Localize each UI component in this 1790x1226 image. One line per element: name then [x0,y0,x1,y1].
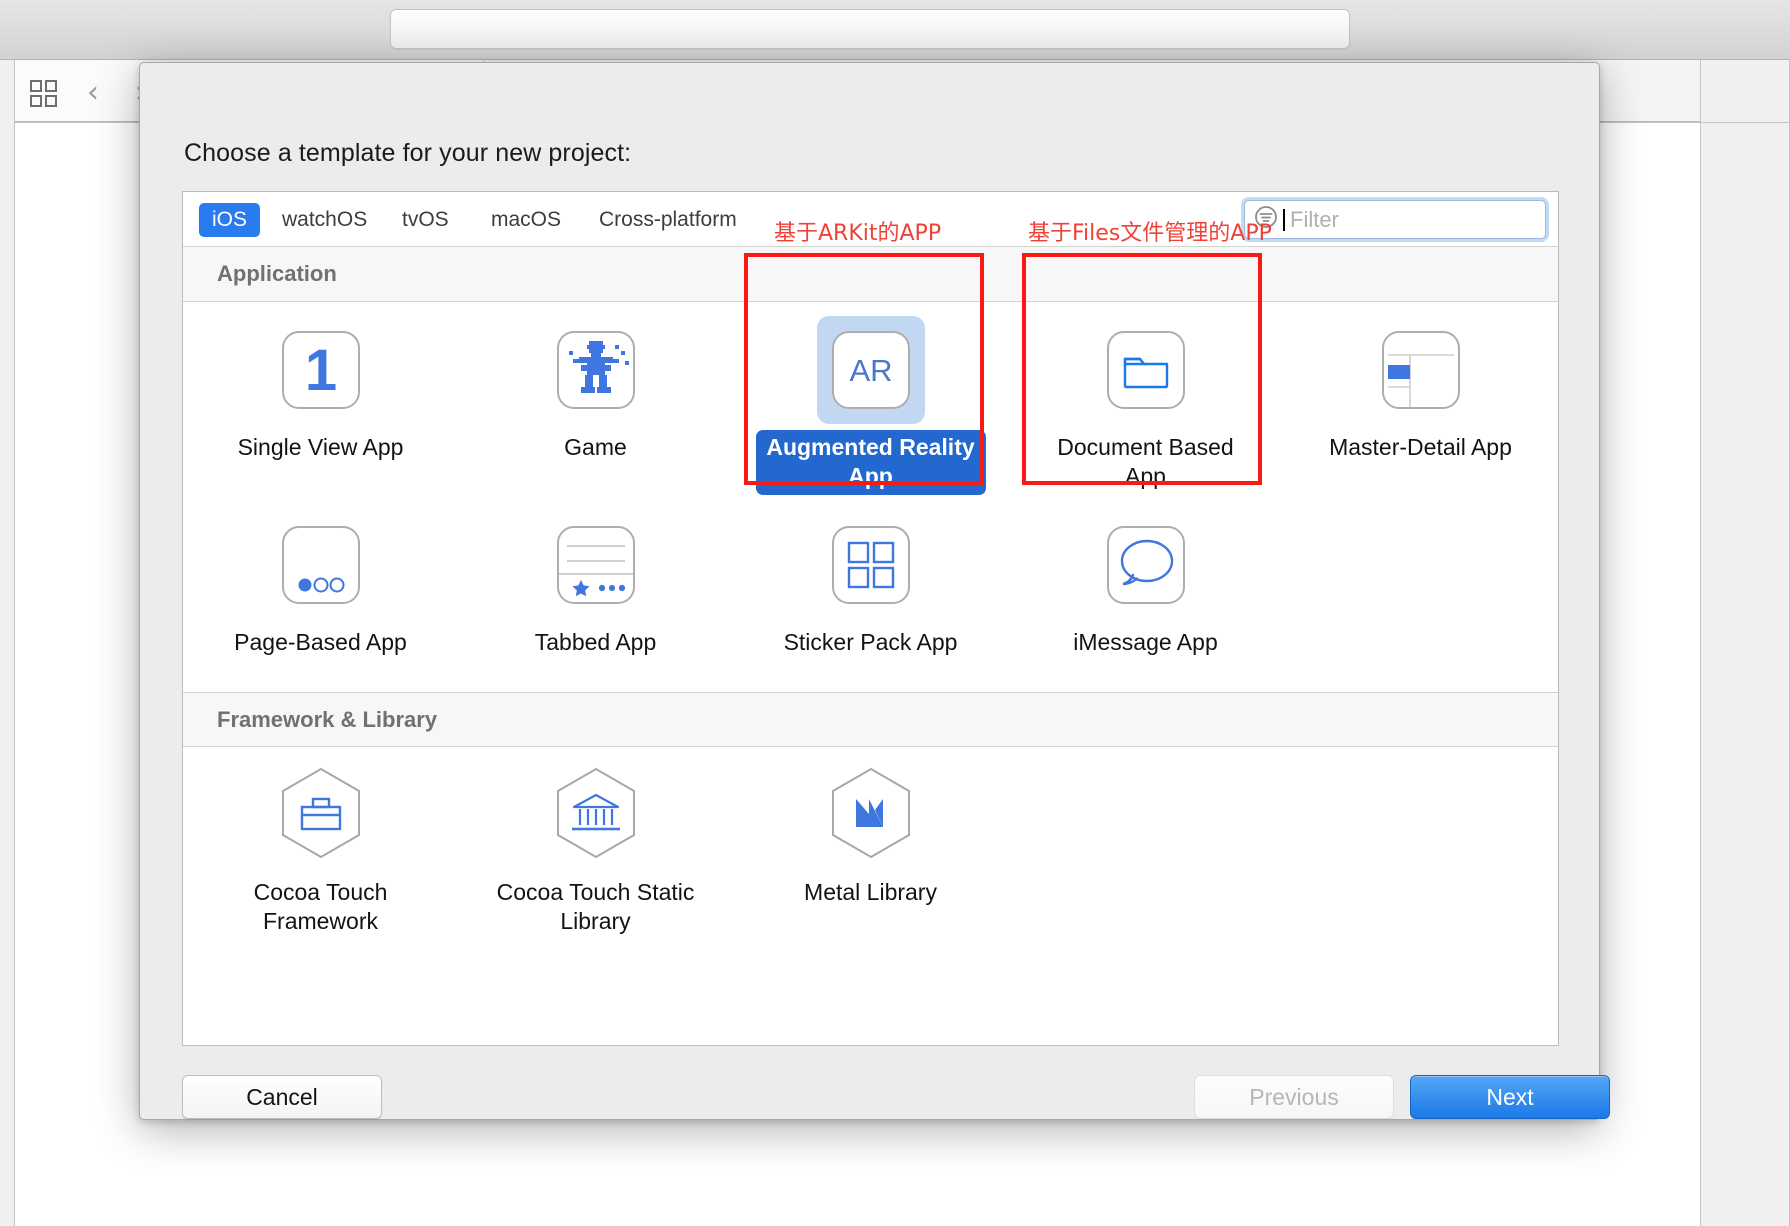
left-edge-strip [0,60,14,1226]
template-label: Tabbed App [534,629,657,655]
template-icon [550,324,642,416]
application-template-grid: 1 Single View App Game AR Augmented Real… [183,302,1558,692]
game-sprite-icon [556,331,635,409]
tab-macos[interactable]: macOS [478,203,574,237]
section-header-application: Application [183,247,1558,302]
template-icon [550,767,642,861]
utilities-panel [1701,60,1789,1226]
template-icon [1100,324,1192,416]
tab-watchos[interactable]: watchOS [269,203,380,237]
dialog-title: Choose a template for your new project: [184,139,632,167]
speech-bubble-icon [1106,526,1185,604]
template-icon [275,767,367,861]
template-icon [825,519,917,611]
template-label: Document Based App [1057,434,1234,490]
template-icon [550,519,642,611]
template-icon: AR [816,316,925,424]
template-tabbed-app[interactable]: Tabbed App [458,497,733,692]
template-sticker-pack-app[interactable]: Sticker Pack App [733,497,1008,692]
template-metal-library[interactable]: Metal Library [733,747,1008,942]
template-label: Cocoa Touch Framework [253,879,388,935]
folder-icon [1106,331,1185,409]
framework-template-grid: Cocoa Touch Framework Cocoa Touch Static… [183,747,1558,942]
filter-placeholder: Filter [1290,206,1339,232]
split-view-icon [1381,331,1460,409]
template-icon: 1 [275,324,367,416]
metal-hex-icon [825,763,917,868]
template-game[interactable]: Game [458,302,733,497]
template-browser: iOS watchOS tvOS macOS Cross-platform Fi… [182,191,1559,1046]
page-dots-icon [281,526,360,604]
template-label: Augmented Reality App [755,430,986,495]
template-cocoa-touch-static-library[interactable]: Cocoa Touch Static Library [458,747,733,942]
activity-status-bar [390,9,1350,49]
template-label: Single View App [237,434,404,460]
template-label: Master-Detail App [1329,434,1512,460]
bank-hex-icon [550,763,642,868]
template-single-view-app[interactable]: 1 Single View App [183,302,458,497]
tab-ios[interactable]: iOS [199,203,261,237]
template-label: Sticker Pack App [783,629,958,655]
template-document-based-app[interactable]: Document Based App [1008,302,1283,497]
tab-cross-platform[interactable]: Cross-platform [586,203,750,237]
grid-panels-icon[interactable] [30,80,58,108]
cancel-button[interactable]: Cancel [182,1075,382,1119]
template-icon [1100,519,1192,611]
template-label: Game [564,434,627,460]
svg-text:AR: AR [849,353,892,388]
text-caret [1283,208,1285,231]
tab-tvos[interactable]: tvOS [389,203,462,237]
template-icon [825,767,917,861]
tab-bar-icon [556,526,635,604]
template-page-based-app[interactable]: Page-Based App [183,497,458,692]
panel-divider [1701,122,1789,123]
template-imessage-app[interactable]: iMessage App [1008,497,1283,692]
template-label: Metal Library [804,879,937,905]
filter-input[interactable]: Filter [1244,200,1546,239]
panel-divider [14,60,15,1226]
grid-four-icon [831,526,910,604]
template-cocoa-touch-framework[interactable]: Cocoa Touch Framework [183,747,458,942]
annotation-text-ar: 基于ARKit的APP [774,221,942,246]
svg-text:1: 1 [304,338,336,403]
template-master-detail-app[interactable]: Master-Detail App [1283,302,1558,497]
next-button[interactable]: Next [1410,1075,1610,1119]
template-icon [275,519,367,611]
template-label: Cocoa Touch Static Library [496,879,695,935]
number-one-icon: 1 [281,331,360,409]
chevron-left-icon[interactable]: ‹ [80,78,106,108]
section-header-framework-library: Framework & Library [183,692,1558,747]
template-augmented-reality-app[interactable]: AR Augmented Reality App [733,302,1008,497]
template-label: Page-Based App [234,629,407,655]
template-label: iMessage App [1073,629,1218,655]
template-icon [1375,324,1467,416]
previous-button[interactable]: Previous [1194,1075,1394,1119]
new-project-template-dialog: Choose a template for your new project: … [139,62,1610,1120]
briefcase-hex-icon [275,763,367,868]
ar-icon: AR [831,331,910,409]
annotation-text-document: 基于Files文件管理的APP [1028,221,1272,246]
